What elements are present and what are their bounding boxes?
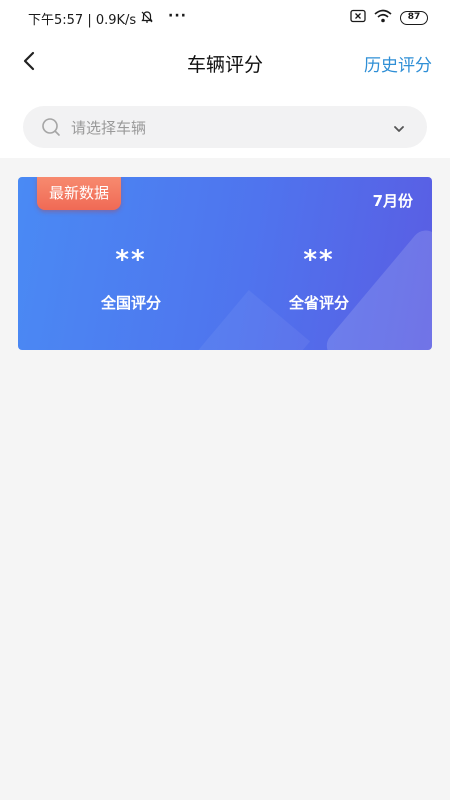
status-time-speed: 下午5:57 | 0.9K/s — [28, 13, 137, 28]
chevron-down-icon — [393, 120, 405, 139]
national-score-label: 全国评分 — [100, 294, 161, 312]
history-score-link[interactable]: 历史评分 — [364, 51, 432, 76]
vehicle-select-placeholder: 请选择车辆 — [71, 119, 147, 137]
vehicle-select[interactable]: 请选择车辆 — [23, 106, 427, 148]
status-bar: 下午5:57 | 0.9K/s ··· 87 — [0, 0, 450, 34]
provincial-score-label: 全省评分 — [288, 294, 349, 312]
bell-off-icon — [140, 10, 154, 28]
month-label: 7月份 — [372, 192, 413, 210]
sim-off-icon — [350, 9, 366, 27]
national-score: ** 全国评分 — [41, 243, 221, 313]
more-dots: ··· — [168, 8, 187, 24]
national-score-value: ** — [115, 245, 147, 275]
provincial-score: ** 全省评分 — [229, 243, 409, 313]
wifi-icon — [374, 9, 392, 27]
nav-bar: 车辆评分 历史评分 — [0, 40, 450, 86]
provincial-score-value: ** — [303, 245, 335, 275]
score-card: 最新数据 7月份 ** 全国评分 ** 全省评分 — [18, 177, 432, 350]
search-icon — [41, 117, 61, 141]
battery-icon: 87 — [400, 11, 428, 25]
status-left: 下午5:57 | 0.9K/s — [28, 9, 154, 28]
latest-data-badge: 最新数据 — [37, 177, 122, 210]
status-right: 87 — [350, 9, 428, 27]
